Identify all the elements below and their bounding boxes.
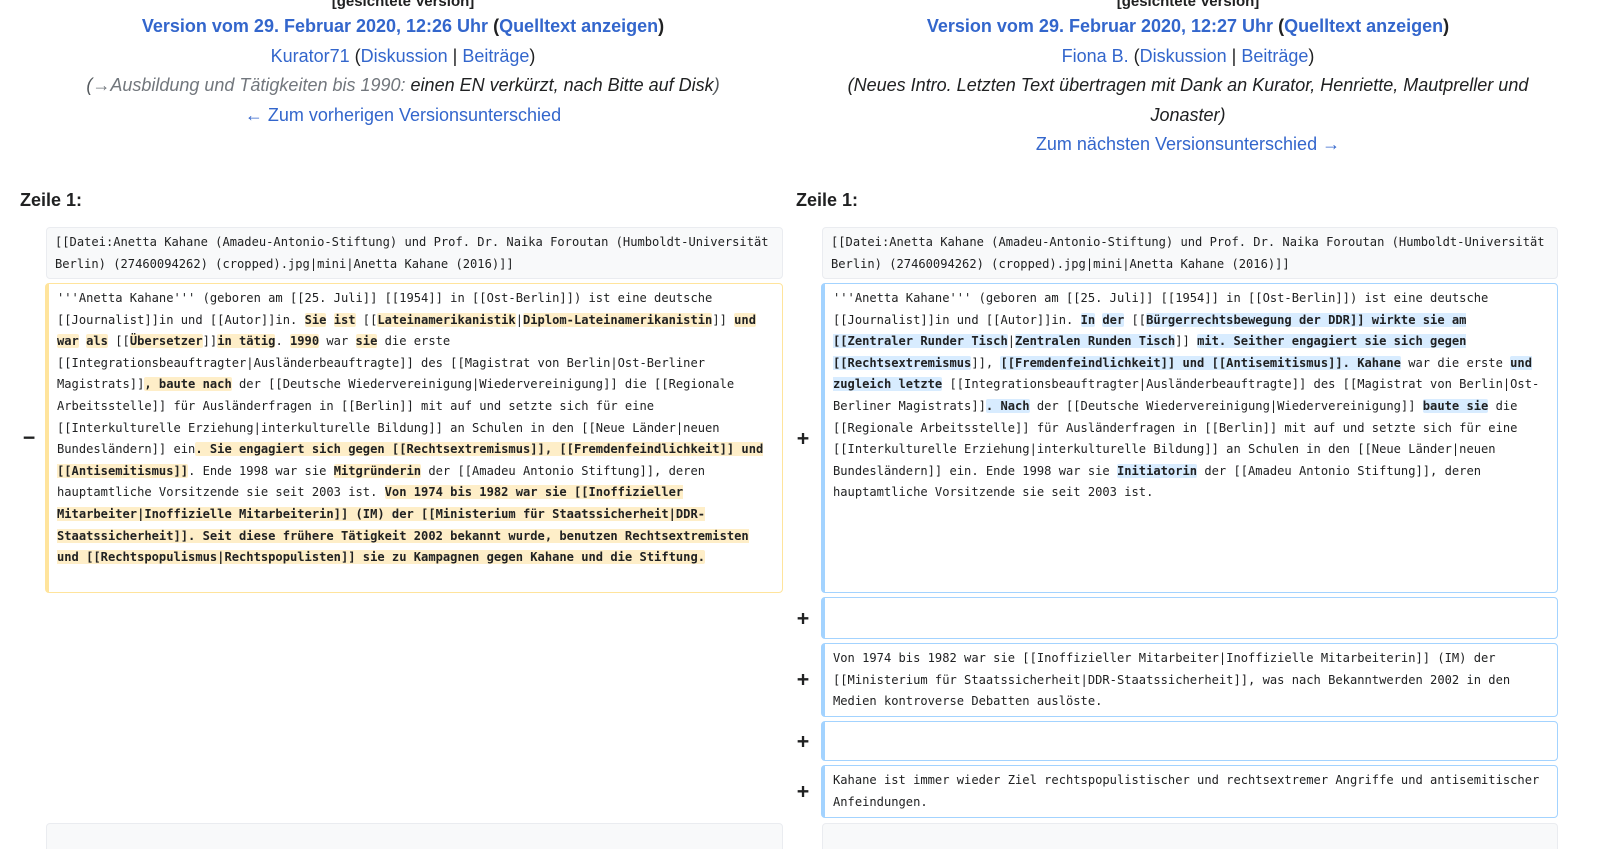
sighted-version-flag: [gesichtete Version] xyxy=(331,0,475,10)
changed-text-highlight: als xyxy=(86,334,108,349)
added-line-marker: + xyxy=(796,729,810,753)
added-line: Kahane ist immer wieder Ziel rechtspopul… xyxy=(821,765,1558,818)
added-empty-line xyxy=(821,721,1558,761)
deleted-line-marker: − xyxy=(22,425,36,449)
old-user-link[interactable]: Kurator71 xyxy=(271,46,350,66)
new-edit-summary: (Neues Intro. Letzten Text übertragen mi… xyxy=(847,75,1529,95)
added-line-marker: + xyxy=(796,606,810,630)
deleted-line: '''Anetta Kahane''' (geboren am [[25. Ju… xyxy=(45,283,783,593)
diff-text xyxy=(326,313,333,327)
diff-text: ]], xyxy=(971,355,1001,370)
diff-text: | xyxy=(1007,334,1016,349)
changed-text-highlight: und xyxy=(734,312,756,327)
new-revision-header: [gesichtete Version] Version vom 29. Feb… xyxy=(795,0,1581,160)
added-line-marker: + xyxy=(796,667,810,691)
diff-text: . xyxy=(275,334,290,349)
diff-text: ]] xyxy=(712,312,735,327)
diff-text: . Ende 1998 war sie xyxy=(188,463,334,478)
changed-text-highlight: Übersetzer xyxy=(129,334,203,349)
added-line: '''Anetta Kahane''' (geboren am [[25. Ju… xyxy=(821,283,1558,593)
changed-text-highlight: Sie xyxy=(304,312,327,327)
changed-text-highlight: [[Fremdenfeindlichkeit]] und [[Antisemit… xyxy=(1000,355,1401,370)
changed-text-highlight: , baute nach xyxy=(144,377,232,392)
new-user-link[interactable]: Fiona B. xyxy=(1062,46,1129,66)
changed-text-highlight: 1990 xyxy=(290,334,320,349)
diff-text: war xyxy=(319,334,356,349)
new-line-label: Zeile 1: xyxy=(796,190,859,210)
old-user-talk-link[interactable]: Diskussion xyxy=(361,46,448,66)
sighted-version-flag: [gesichtete Version] xyxy=(1116,0,1260,10)
changed-text-highlight: in tätig xyxy=(217,334,276,349)
new-user-talk-link[interactable]: Diskussion xyxy=(1140,46,1227,66)
changed-text-highlight: Lateinamerikanistik xyxy=(377,312,516,327)
new-source-link[interactable]: Quelltext anzeigen xyxy=(1284,16,1443,36)
changed-text-highlight: baute sie xyxy=(1422,398,1489,413)
context-line-old xyxy=(46,823,783,849)
added-line: Von 1974 bis 1982 war sie [[Inoffizielle… xyxy=(821,643,1558,717)
context-line-new: [[Datei:Anetta Kahane (Amadeu-Antonio-St… xyxy=(822,227,1558,279)
diff-text: [[ xyxy=(107,334,130,349)
changed-text-highlight: ist xyxy=(333,312,356,327)
old-summary-comment: einen EN verkürzt, nach Bitte auf Disk xyxy=(410,75,714,95)
changed-text-highlight: In xyxy=(1080,312,1096,327)
changed-text-highlight: Mitgründerin xyxy=(333,463,422,478)
diff-text: der [[Deutsche Wiedervereinigung|Wiederv… xyxy=(1029,398,1423,413)
context-line-new xyxy=(822,823,1558,849)
changed-text-highlight: der xyxy=(1102,312,1125,327)
next-diff-link[interactable]: Zum nächsten Versionsunterschied → xyxy=(1036,134,1340,154)
diff-text: [[ xyxy=(355,312,378,327)
old-source-link[interactable]: Quelltext anzeigen xyxy=(499,16,658,36)
changed-text-highlight: sie xyxy=(355,334,378,349)
added-line-marker: + xyxy=(796,779,810,803)
diff-text: | xyxy=(515,312,523,327)
old-version-link[interactable]: Version vom 29. Februar 2020, 12:26 Uhr xyxy=(142,16,488,36)
changed-text-highlight: war xyxy=(57,334,79,349)
diff-text: [[ xyxy=(1124,312,1147,327)
old-line-label: Zeile 1: xyxy=(20,190,83,210)
old-edit-summary: (→Ausbildung und Tätigkeiten bis 1990: e… xyxy=(86,75,720,95)
added-empty-line xyxy=(821,597,1558,639)
changed-text-highlight: Initiatorin xyxy=(1116,463,1198,478)
changed-text-highlight: Diplom-Lateinamerikanistin xyxy=(523,312,713,327)
new-user-contribs-link[interactable]: Beiträge xyxy=(1241,46,1308,66)
diff-text: ]] xyxy=(202,334,218,349)
previous-diff-link[interactable]: ← Zum vorherigen Versionsunterschied xyxy=(245,105,561,125)
changed-text-highlight: Zentralen Runden Tisch xyxy=(1015,334,1176,349)
diff-text: war die erste xyxy=(1400,355,1511,370)
added-line-marker: + xyxy=(796,426,810,450)
new-version-link[interactable]: Version vom 29. Februar 2020, 12:27 Uhr xyxy=(927,16,1273,36)
changed-text-highlight: . Nach xyxy=(985,398,1030,413)
old-revision-header: [gesichtete Version] Version vom 29. Feb… xyxy=(10,0,796,130)
old-user-contribs-link[interactable]: Beiträge xyxy=(462,46,529,66)
context-line-old: [[Datei:Anetta Kahane (Amadeu-Antonio-St… xyxy=(46,227,783,279)
diff-text: ]] xyxy=(1175,334,1198,349)
old-summary-section[interactable]: →Ausbildung und Tätigkeiten bis 1990: xyxy=(92,75,405,95)
